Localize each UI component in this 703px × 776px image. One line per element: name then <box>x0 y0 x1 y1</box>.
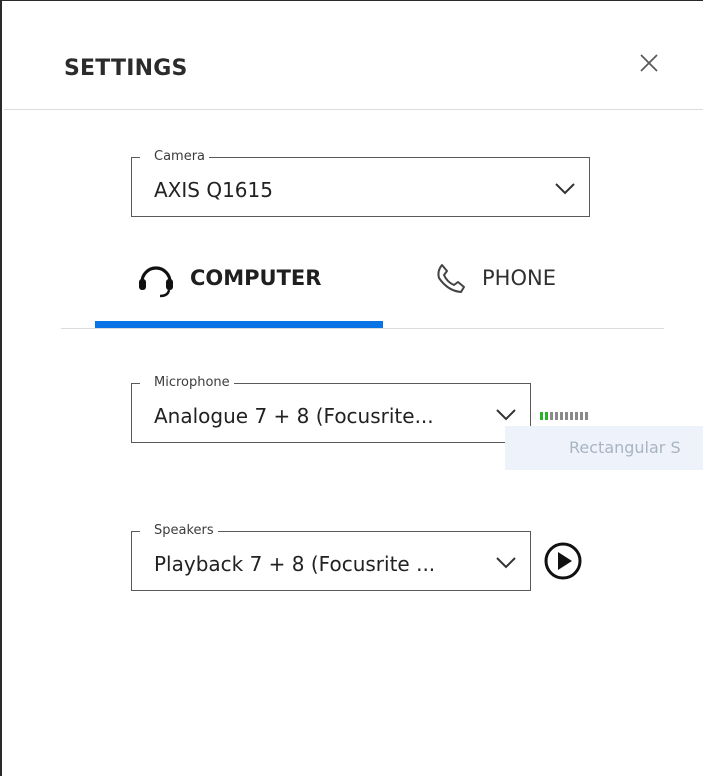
speakers-value: Playback 7 + 8 (Focusrite ... <box>154 552 436 576</box>
tab-phone-label: PHONE <box>482 266 556 290</box>
settings-panel: SETTINGS Camera AXIS Q1615 COMPUTER PHON… <box>0 0 703 776</box>
chevron-down-icon <box>496 409 516 421</box>
tab-selected-indicator <box>95 321 383 328</box>
microphone-level-meter <box>540 412 588 420</box>
chevron-down-icon <box>496 557 516 569</box>
play-test-sound-button[interactable] <box>543 541 583 581</box>
camera-select[interactable]: Camera AXIS Q1615 <box>131 149 590 217</box>
close-icon <box>640 54 658 72</box>
tab-phone[interactable]: PHONE <box>434 256 556 300</box>
tooltip: Rectangular S <box>505 426 703 470</box>
tab-computer[interactable]: COMPUTER <box>136 256 321 300</box>
level-segment <box>560 412 563 420</box>
level-segment <box>575 412 578 420</box>
microphone-label: Microphone <box>140 375 234 391</box>
tab-divider <box>61 328 664 329</box>
level-segment <box>565 412 568 420</box>
tab-computer-label: COMPUTER <box>190 266 322 290</box>
microphone-value: Analogue 7 + 8 (Focusrite... <box>154 404 434 428</box>
play-icon <box>544 542 582 580</box>
level-segment <box>580 412 583 420</box>
level-segment <box>570 412 573 420</box>
chevron-down-icon <box>555 183 575 195</box>
level-segment <box>550 412 553 420</box>
page-title: SETTINGS <box>64 56 188 81</box>
level-segment <box>555 412 558 420</box>
close-button[interactable] <box>632 46 666 80</box>
camera-value: AXIS Q1615 <box>154 178 273 202</box>
camera-label: Camera <box>140 149 210 165</box>
phone-icon <box>437 264 465 293</box>
headset-icon <box>139 266 173 298</box>
level-segment <box>540 412 543 420</box>
level-segment <box>585 412 588 420</box>
level-segment <box>545 412 548 420</box>
speakers-label: Speakers <box>140 523 218 539</box>
header-divider <box>4 109 703 110</box>
microphone-select[interactable]: Microphone Analogue 7 + 8 (Focusrite... <box>131 375 531 443</box>
speakers-select[interactable]: Speakers Playback 7 + 8 (Focusrite ... <box>131 523 531 591</box>
